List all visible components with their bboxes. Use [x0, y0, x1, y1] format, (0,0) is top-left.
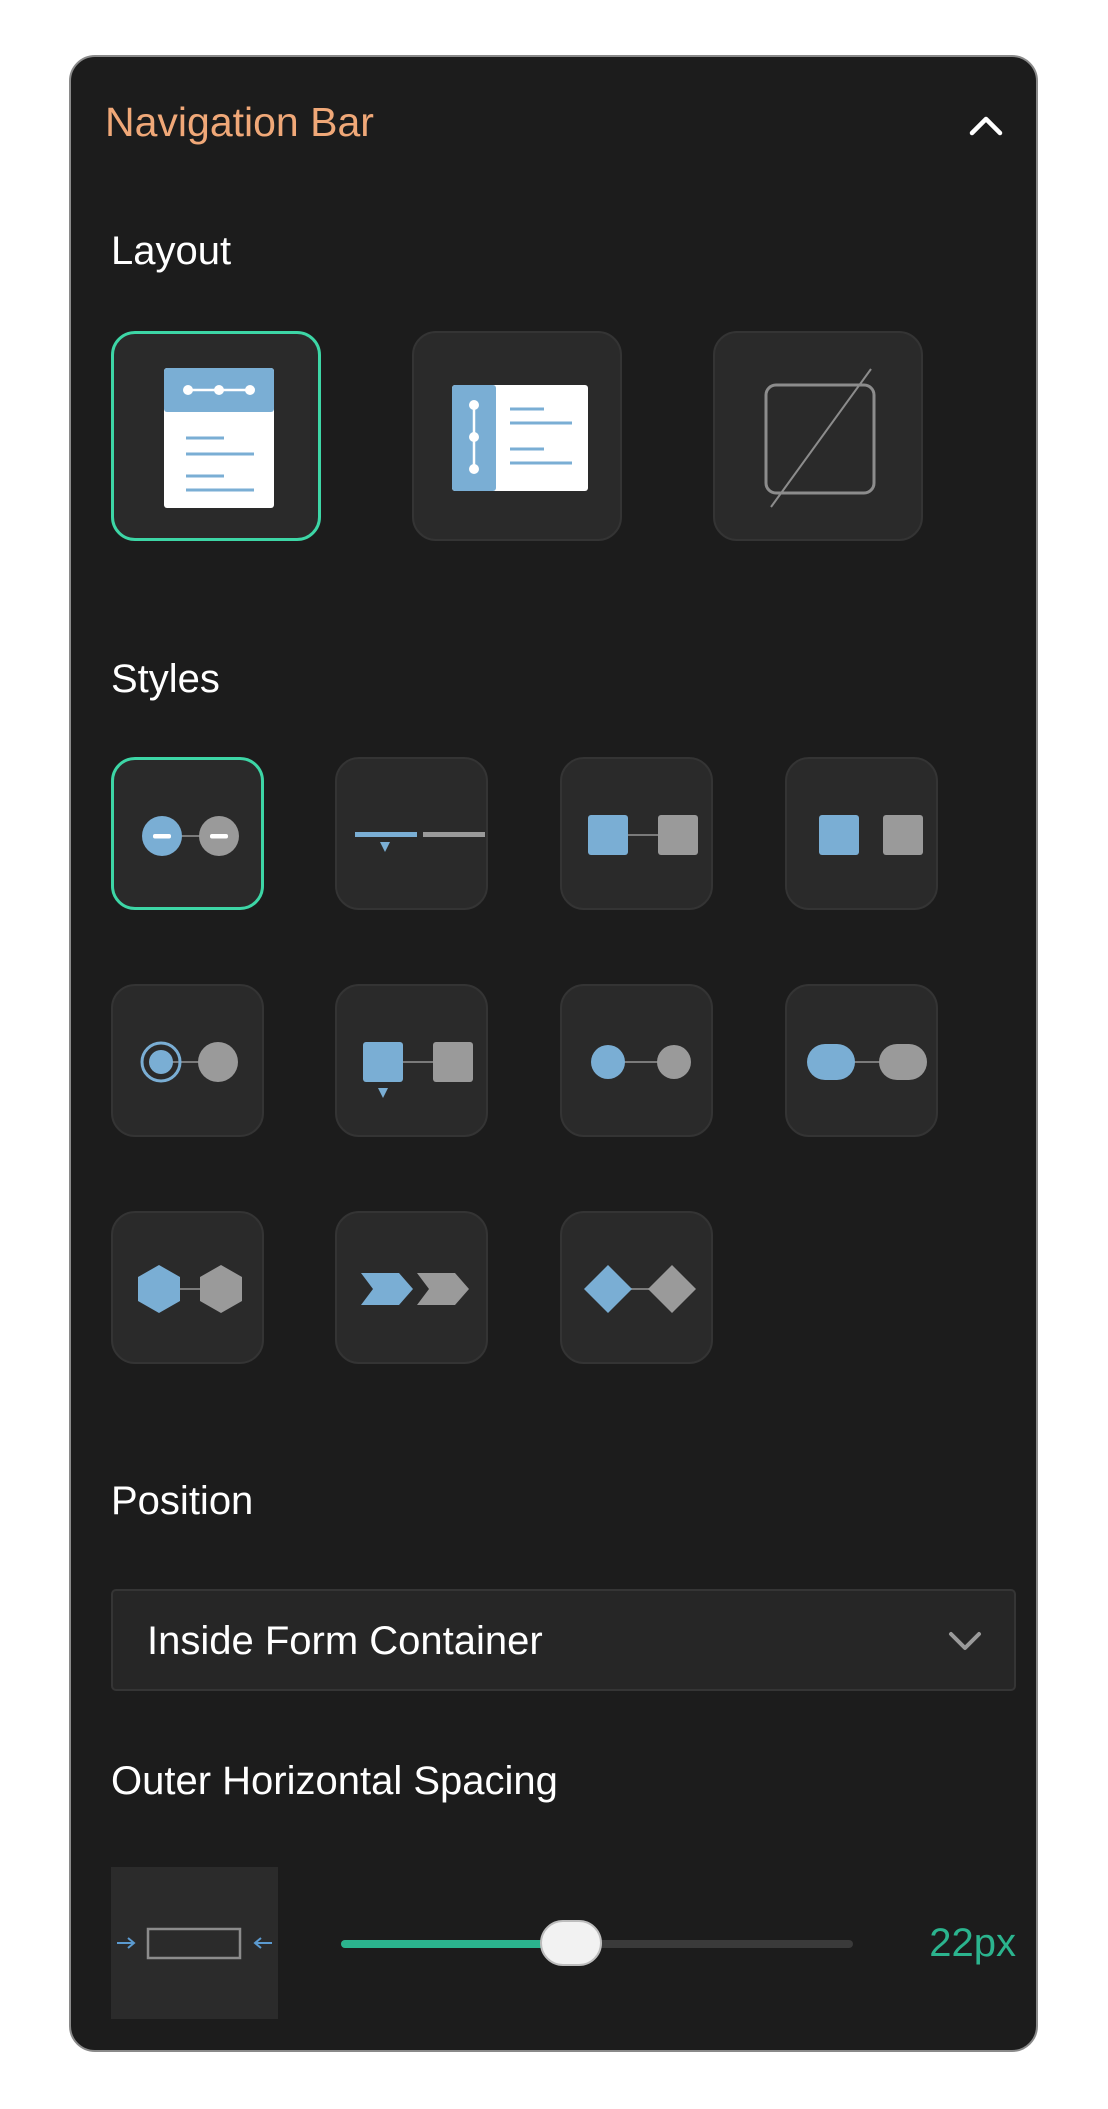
style-option-pill-connected[interactable]: [785, 984, 938, 1137]
style-option-line-pointer[interactable]: [335, 757, 488, 910]
dot-connected-style-icon: [591, 1045, 691, 1079]
position-select-value: Inside Form Container: [147, 1619, 543, 1663]
spacing-slider[interactable]: [341, 1920, 853, 1966]
square-pointer-style-icon: [363, 1042, 473, 1098]
style-option-square-connected[interactable]: [560, 757, 713, 910]
position-label: Position: [111, 1479, 254, 1523]
chevron-arrow-style-icon: [361, 1273, 469, 1305]
style-option-ring-circle[interactable]: [111, 984, 264, 1137]
style-option-square-pointer[interactable]: [335, 984, 488, 1137]
side-bar-layout-icon: [452, 385, 588, 491]
panel-title: Navigation Bar: [105, 99, 374, 145]
navigation-bar-panel: Navigation Bar Layout Styles Position In…: [69, 55, 1038, 2052]
styles-label: Styles: [111, 657, 220, 701]
square-connected-style-icon: [588, 815, 698, 855]
square-separate-style-icon: [819, 815, 923, 855]
layout-label: Layout: [111, 229, 232, 273]
diamond-style-icon: [584, 1265, 696, 1313]
spacing-label: Outer Horizontal Spacing: [111, 1759, 558, 1803]
layout-option-top-bar[interactable]: [111, 331, 321, 541]
position-select[interactable]: Inside Form Container: [111, 1589, 1016, 1691]
hexagon-style-icon: [138, 1265, 242, 1313]
style-option-dot-connected[interactable]: [560, 984, 713, 1137]
layout-option-none[interactable]: [713, 331, 923, 541]
style-option-chevron-arrow[interactable]: [335, 1211, 488, 1364]
top-bar-layout-icon: [164, 368, 274, 508]
slider-fill: [341, 1940, 572, 1948]
spacing-value: 22px: [929, 1921, 1016, 1965]
no-layout-icon: [764, 368, 876, 508]
style-option-diamond[interactable]: [560, 1211, 713, 1364]
layout-option-side-bar[interactable]: [412, 331, 622, 541]
line-pointer-style-icon: [355, 832, 485, 852]
horizontal-spacing-icon: [111, 1867, 278, 2019]
style-option-hexagon[interactable]: [111, 1211, 264, 1364]
style-option-square-separate[interactable]: [785, 757, 938, 910]
circle-minus-style-icon: [142, 816, 239, 856]
chevron-down-icon: [943, 1621, 987, 1666]
chevron-up-icon[interactable]: [964, 103, 1008, 147]
style-option-circle-minus[interactable]: [111, 757, 264, 910]
ring-circle-style-icon: [140, 1041, 238, 1083]
pill-connected-style-icon: [807, 1044, 927, 1080]
slider-thumb[interactable]: [540, 1920, 603, 1966]
